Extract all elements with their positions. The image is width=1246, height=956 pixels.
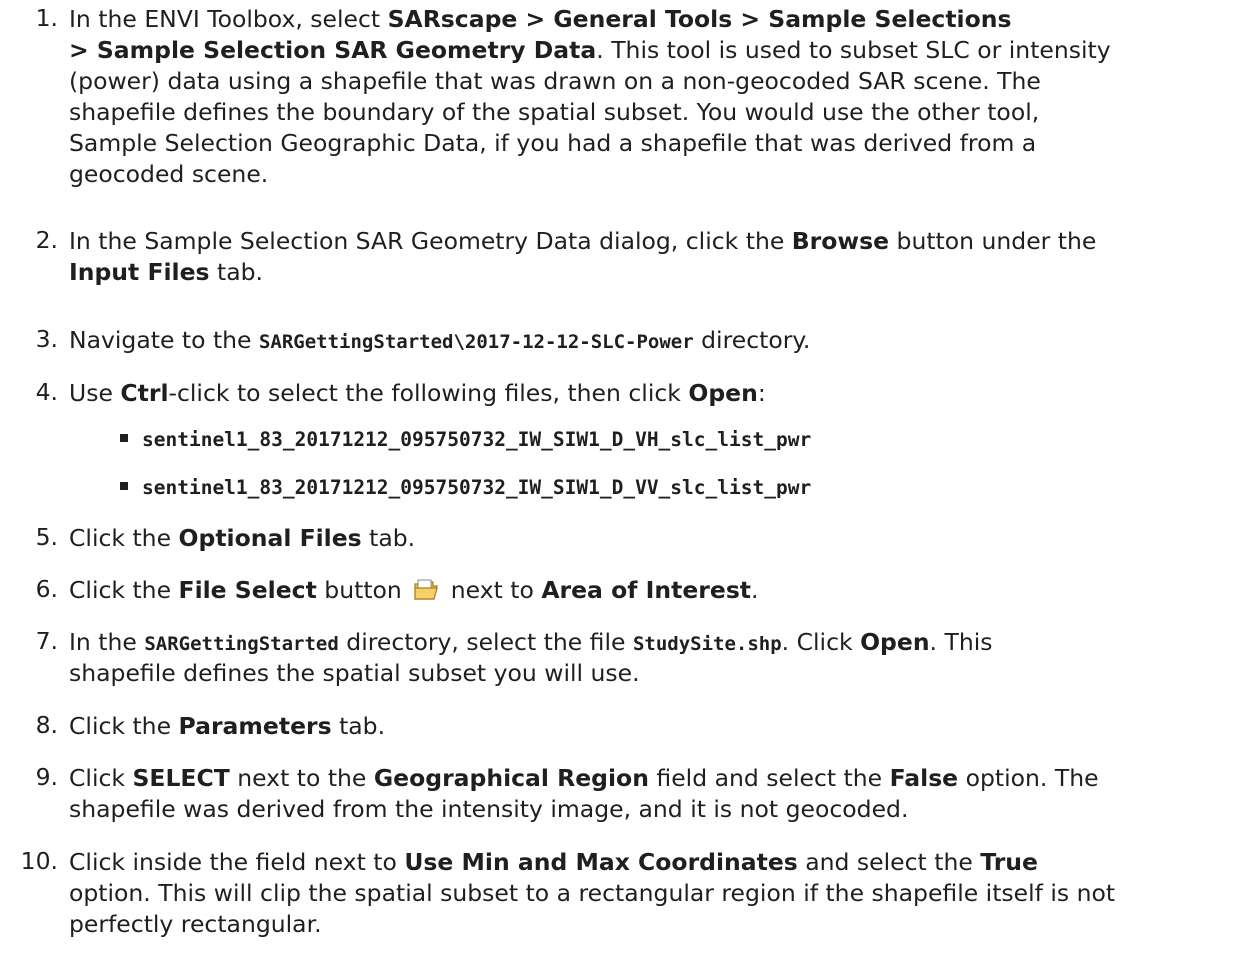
step-number: 7. [35,627,58,655]
step-text: In the [69,628,145,656]
step-text: directory. [693,326,811,354]
step-text: Sample Selection Geographic Data, if you… [69,129,1037,157]
file-name: StudySite.shp [632,633,782,655]
bullet-icon [120,481,128,490]
step-text: option. The [958,764,1099,792]
step-text: Click inside the field next to [69,848,405,876]
ui-term: True [980,848,1038,876]
ui-term: Browse [791,227,890,255]
step-number: 4. [35,378,58,406]
ui-term: Open [688,379,758,407]
step-text: and select the [797,848,981,876]
step-text: Click the [69,712,179,740]
step-number: 1. [35,4,58,32]
step-text: button under the [889,227,1097,255]
ui-term: Ctrl [120,379,169,407]
ui-term: Parameters [178,712,332,740]
step-text: option. This will clip the spatial subse… [69,879,1116,907]
file-list-item: sentinel1_83_20171212_095750732_IW_SIW1_… [120,423,811,454]
step-text: shapefile defines the spatial subset you… [69,659,640,687]
step-text: -click to select the following files, th… [168,379,689,407]
step-number: 9. [35,763,58,791]
step-text: (power) data using a shapefile that was … [69,67,1041,95]
step-text: . [751,576,759,604]
ui-term: Input Files [69,258,210,286]
step-text: Click the [69,576,179,604]
ui-term: Use Min and Max Coordinates [404,848,798,876]
step-text: geocoded scene. [69,160,269,188]
step-text: shapefile was derived from the intensity… [69,795,909,823]
ui-term: Optional Files [178,524,362,552]
step-text: shapefile defines the boundary of the sp… [69,98,1040,126]
step-text: . This tool is used to subset SLC or int… [596,36,1111,64]
step-text: : [757,379,766,407]
step-number: 8. [35,711,58,739]
step-text: In the ENVI Toolbox, select [69,5,388,33]
ui-term: Area of Interest [541,576,752,604]
step-text: Click the [69,524,179,552]
directory-path: SARGettingStarted\2017-12-12-SLC-Power [258,331,694,353]
ui-term: Open [860,628,930,656]
step-text: tab. [331,712,386,740]
ui-term: False [889,764,959,792]
step-text: button [316,576,410,604]
step-text: next to [443,576,542,604]
step-number: 10. [20,847,58,875]
step-text: directory, select the file [338,628,633,656]
file-name: sentinel1_83_20171212_095750732_IW_SIW1_… [142,428,812,451]
step-text: . Click [781,628,861,656]
directory-name: SARGettingStarted [144,633,339,655]
bullet-icon [120,433,128,442]
menu-path: > Sample Selection SAR Geometry Data [69,36,597,64]
step-number: 2. [35,226,58,254]
step-text: perfectly rectangular. [69,910,322,938]
step-number: 6. [35,575,58,603]
step-text: Use [69,379,121,407]
file-name: sentinel1_83_20171212_095750732_IW_SIW1_… [142,476,812,499]
step-text: Navigate to the [69,326,259,354]
step-text: . This [929,628,993,656]
step-number: 3. [35,325,58,353]
step-text: field and select the [648,764,890,792]
folder-open-icon [413,578,439,600]
ui-term: Geographical Region [373,764,649,792]
step-text: In the Sample Selection SAR Geometry Dat… [69,227,792,255]
ui-term: File Select [178,576,317,604]
step-text: Click [69,764,133,792]
menu-path: SARscape > General Tools > Sample Select… [387,5,1012,33]
step-text: tab. [361,524,416,552]
file-list-item: sentinel1_83_20171212_095750732_IW_SIW1_… [120,471,811,502]
ui-term: SELECT [132,764,230,792]
step-text: next to the [229,764,374,792]
step-text: tab. [209,258,264,286]
step-number: 5. [35,523,58,551]
